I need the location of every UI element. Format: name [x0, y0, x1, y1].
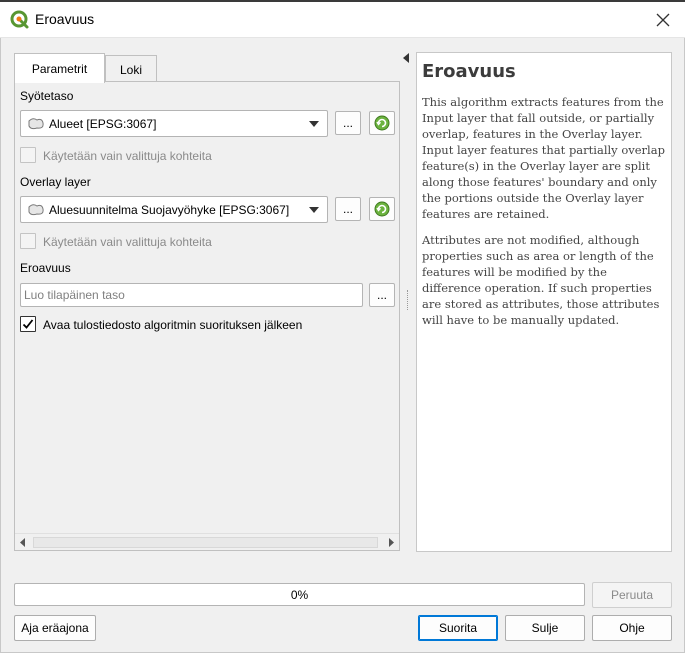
overlay-selected-only-label: Käytetään vain valittuja kohteita: [43, 235, 212, 249]
overlay-iterate-button[interactable]: [369, 197, 395, 221]
chevron-down-icon: [309, 121, 319, 127]
cancel-label: Peruuta: [610, 588, 654, 602]
close-button[interactable]: [650, 8, 676, 32]
iterate-icon: [374, 201, 390, 217]
scroll-right-icon[interactable]: [387, 538, 395, 547]
input-browse-button[interactable]: ...: [335, 111, 361, 135]
help-label: Ohje: [619, 621, 645, 635]
browse-label: ...: [342, 116, 353, 130]
tab-label: Parametrit: [31, 61, 88, 76]
chevron-down-icon: [309, 207, 319, 213]
close-icon: [656, 13, 670, 27]
overlay-layer-label: Overlay layer: [20, 175, 91, 189]
output-label: Eroavuus: [20, 261, 71, 275]
help-panel: Eroavuus This algorithm extracts feature…: [416, 52, 672, 552]
window-border: [0, 38, 1, 653]
polygon-layer-icon: [28, 203, 44, 215]
checkmark-icon: [22, 319, 34, 329]
open-output-label: Avaa tulostiedosto algoritmin suoritukse…: [43, 318, 303, 332]
scrollbar-track[interactable]: [33, 537, 378, 548]
overlay-layer-value: Aluesuunnitelma Suojavyöhyke [EPSG:3067]: [49, 202, 290, 217]
output-field[interactable]: Luo tilapäinen taso: [20, 283, 363, 307]
batch-label: Aja eräajona: [21, 621, 89, 635]
close-label: Sulje: [531, 621, 559, 635]
progress-text: 0%: [290, 587, 309, 602]
input-layer-label: Syötetaso: [20, 89, 74, 103]
open-output-checkbox[interactable]: [20, 316, 36, 332]
help-paragraph: This algorithm extracts features from th…: [422, 95, 665, 221]
tab-loki[interactable]: Loki: [105, 55, 157, 83]
browse-label: ...: [342, 202, 353, 216]
iterate-icon: [374, 115, 390, 131]
tab-parametrit[interactable]: Parametrit: [14, 53, 105, 83]
run-button[interactable]: Suorita: [418, 615, 498, 641]
run-label: Suorita: [438, 621, 478, 635]
input-selected-only-label: Käytetään vain valittuja kohteita: [43, 149, 212, 163]
close-dialog-button[interactable]: Sulje: [505, 615, 585, 641]
collapse-help-icon[interactable]: [403, 53, 409, 63]
help-title: Eroavuus: [422, 61, 516, 82]
browse-label: ...: [376, 288, 387, 302]
overlay-browse-button[interactable]: ...: [335, 197, 361, 221]
polygon-layer-icon: [28, 117, 44, 129]
scroll-left-icon[interactable]: [19, 538, 27, 547]
output-placeholder: Luo tilapäinen taso: [24, 288, 125, 302]
overlay-selected-only-checkbox[interactable]: [20, 233, 36, 249]
input-selected-only-checkbox[interactable]: [20, 147, 36, 163]
input-iterate-button[interactable]: [369, 111, 395, 135]
window-title: Eroavuus: [35, 11, 95, 27]
progress-bar: 0%: [14, 583, 585, 606]
cancel-button[interactable]: Peruuta: [592, 582, 672, 608]
overlay-layer-combo[interactable]: Aluesuunnitelma Suojavyöhyke [EPSG:3067]: [20, 196, 328, 223]
help-button[interactable]: Ohje: [592, 615, 672, 641]
input-layer-value: Alueet [EPSG:3067]: [49, 116, 157, 131]
horizontal-scrollbar[interactable]: [15, 533, 399, 550]
input-layer-combo[interactable]: Alueet [EPSG:3067]: [20, 110, 328, 137]
help-paragraph: Attributes are not modified, although pr…: [422, 233, 660, 327]
batch-button[interactable]: Aja eräajona: [14, 615, 96, 641]
title-bar: Eroavuus: [0, 0, 685, 38]
splitter-handle[interactable]: [407, 290, 409, 310]
output-browse-button[interactable]: ...: [369, 283, 395, 307]
title-bar-edge: [0, 0, 685, 2]
tab-label: Loki: [119, 62, 142, 77]
qgis-logo-icon: [10, 10, 29, 29]
